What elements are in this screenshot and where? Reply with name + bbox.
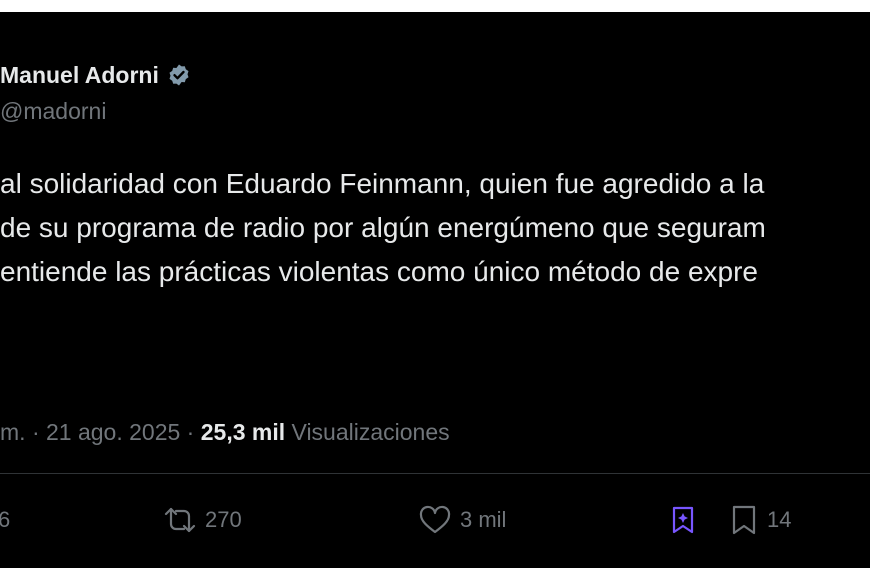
bookmark-count: 14	[767, 507, 792, 532]
views-label: Visualizaciones	[285, 419, 450, 445]
verified-badge-icon[interactable]	[167, 63, 191, 87]
repost-count: 270	[205, 507, 242, 532]
tweet-text-line: al solidaridad con Eduardo Feinmann, qui…	[0, 168, 765, 199]
bookmark-button[interactable]: 14	[729, 500, 791, 540]
reply-button[interactable]: 6	[0, 500, 10, 540]
reply-count: 6	[0, 507, 11, 532]
author-handle[interactable]: @madorni	[0, 98, 106, 125]
repost-icon	[163, 505, 197, 535]
divider	[0, 473, 870, 474]
tweet-card: Manuel Adorni @madorni al solidaridad co…	[0, 12, 870, 568]
tweet-text-line: entiende las prácticas violentas como ún…	[0, 256, 758, 287]
like-button[interactable]: 3 mil	[418, 500, 506, 540]
action-bar: 6 270 3 mil 14	[0, 500, 870, 540]
bookmark-icon	[729, 504, 759, 536]
tweet-text-line: de su programa de radio por algún energú…	[0, 212, 766, 243]
views-count: 25,3 mil	[200, 419, 286, 445]
tweet-meta: m. · 21 ago. 2025 · 25,3 mil Visualizaci…	[0, 419, 450, 446]
heart-icon	[418, 505, 452, 535]
grok-icon	[670, 505, 696, 535]
grok-button[interactable]	[670, 500, 696, 540]
tweet-timestamp[interactable]: m. · 21 ago. 2025 ·	[0, 419, 201, 445]
like-count: 3 mil	[460, 507, 507, 532]
repost-button[interactable]: 270	[163, 500, 242, 540]
display-name[interactable]: Manuel Adorni	[0, 62, 159, 89]
author-name-row[interactable]: Manuel Adorni	[0, 59, 191, 91]
tweet-text: al solidaridad con Eduardo Feinmann, qui…	[0, 162, 870, 294]
